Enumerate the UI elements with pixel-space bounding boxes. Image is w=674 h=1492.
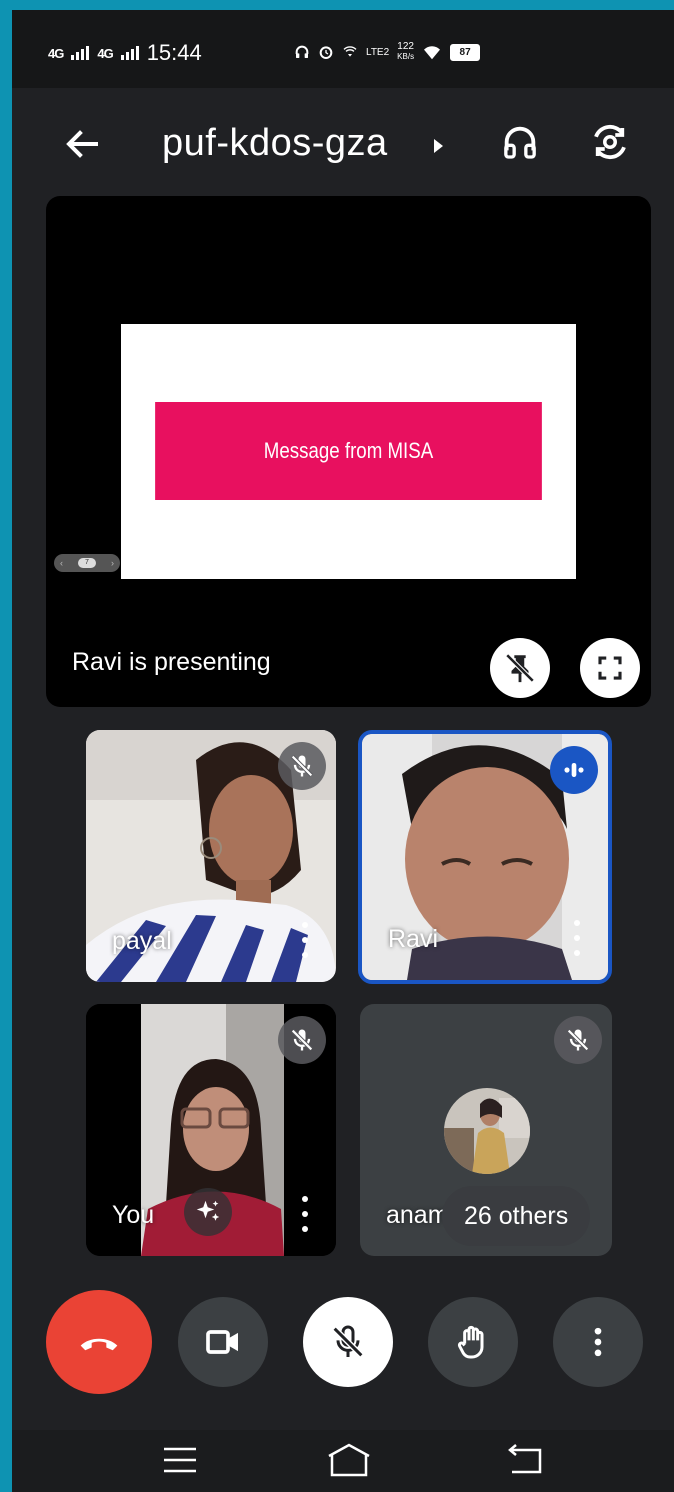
network-type: LTE2: [366, 46, 390, 58]
participant-name: You: [112, 1201, 155, 1229]
speaking-indicator: [550, 746, 598, 794]
slide-text: Message from MISA: [263, 438, 434, 463]
alarm-icon: [319, 46, 333, 59]
chevron-left-icon: ‹: [60, 558, 63, 568]
arrow-left-icon: [66, 130, 98, 158]
call-end-icon: [80, 1338, 118, 1351]
audio-output-button[interactable]: [496, 118, 544, 166]
signal-1: 4G: [48, 45, 64, 61]
phone-screen: 4G 4G 15:44 LTE2 122 KB/s 87 puf-kdos-gza: [12, 10, 674, 1492]
participant-name: Ravi: [388, 925, 439, 953]
meeting-header: puf-kdos-gza: [12, 88, 674, 198]
slide-page-number: 7: [78, 558, 96, 568]
headphones-icon: [504, 126, 536, 159]
switch-camera-icon: [594, 124, 626, 160]
effects-button[interactable]: [184, 1188, 232, 1236]
fullscreen-icon: [598, 656, 622, 680]
camera-toggle-button[interactable]: [178, 1297, 268, 1387]
mic-off-icon: [332, 1325, 364, 1358]
signal-bars-icon: [120, 46, 139, 60]
participant-tile-others[interactable]: anami 26 others: [360, 1004, 612, 1256]
presentation-tile[interactable]: Message from MISA ‹ 7 › Ravi is presenti…: [46, 196, 651, 707]
audio-level-icon: [564, 763, 584, 777]
mic-off-badge: [278, 742, 326, 790]
clock: 15:44: [146, 40, 202, 65]
recents-button[interactable]: [160, 1444, 200, 1481]
others-count-chip[interactable]: 26 others: [442, 1186, 591, 1246]
pin-off-icon: [505, 653, 535, 683]
more-vert-icon: [594, 1327, 602, 1357]
tile-more-button[interactable]: [300, 922, 310, 958]
back-button[interactable]: [60, 122, 104, 166]
mic-off-icon: [291, 1029, 313, 1051]
status-bar: 4G 4G 15:44 LTE2 122 KB/s 87: [12, 10, 674, 88]
participant-tile-payal[interactable]: payal: [86, 730, 336, 982]
signal-bars-icon: [71, 46, 90, 60]
wifi-call-icon: [343, 46, 357, 57]
raise-hand-button[interactable]: [428, 1297, 518, 1387]
more-options-button[interactable]: [553, 1297, 643, 1387]
participant-name: payal: [112, 927, 172, 955]
mic-toggle-button[interactable]: [303, 1297, 393, 1387]
headphones-status-icon: [295, 45, 309, 58]
participant-tile-ravi[interactable]: Ravi: [358, 730, 612, 984]
menu-icon: [164, 1447, 196, 1473]
status-left: 4G 4G 15:44: [48, 40, 202, 66]
mic-off-badge: [554, 1016, 602, 1064]
data-rate: 122 KB/s: [397, 41, 415, 62]
battery-icon: 87: [450, 43, 481, 61]
shared-slide: Message from MISA: [121, 324, 576, 579]
mic-off-icon: [567, 1029, 589, 1051]
call-controls: [12, 1290, 674, 1400]
home-icon: [328, 1443, 370, 1477]
mic-off-icon: [291, 755, 313, 777]
fullscreen-button[interactable]: [580, 638, 640, 698]
videocam-icon: [206, 1330, 238, 1354]
home-button[interactable]: [326, 1442, 372, 1483]
signal-2: 4G: [97, 45, 113, 61]
sparkle-icon: [196, 1200, 220, 1221]
tile-more-button[interactable]: [572, 920, 582, 956]
switch-camera-button[interactable]: [586, 118, 634, 166]
caret-right-icon[interactable]: [432, 138, 444, 154]
back-nav-button[interactable]: [506, 1444, 546, 1481]
back-nav-icon: [508, 1444, 542, 1474]
system-navigation-bar: [12, 1430, 674, 1492]
status-icons: LTE2 122 KB/s 87: [294, 41, 481, 62]
presenter-label: Ravi is presenting: [72, 648, 271, 676]
wifi-icon: [424, 46, 441, 60]
end-call-button[interactable]: [46, 1290, 152, 1394]
unpin-button[interactable]: [490, 638, 550, 698]
hand-icon: [457, 1325, 484, 1359]
participant-tile-self[interactable]: You: [86, 1004, 336, 1256]
tile-more-button[interactable]: [300, 1196, 310, 1232]
avatar: [444, 1088, 530, 1174]
mic-off-badge: [278, 1016, 326, 1064]
chevron-right-icon: ›: [111, 558, 114, 568]
slide-page-indicator: ‹ 7 ›: [54, 554, 120, 572]
slide-title-band: Message from MISA: [155, 402, 542, 500]
meeting-code[interactable]: puf-kdos-gza: [162, 122, 388, 165]
